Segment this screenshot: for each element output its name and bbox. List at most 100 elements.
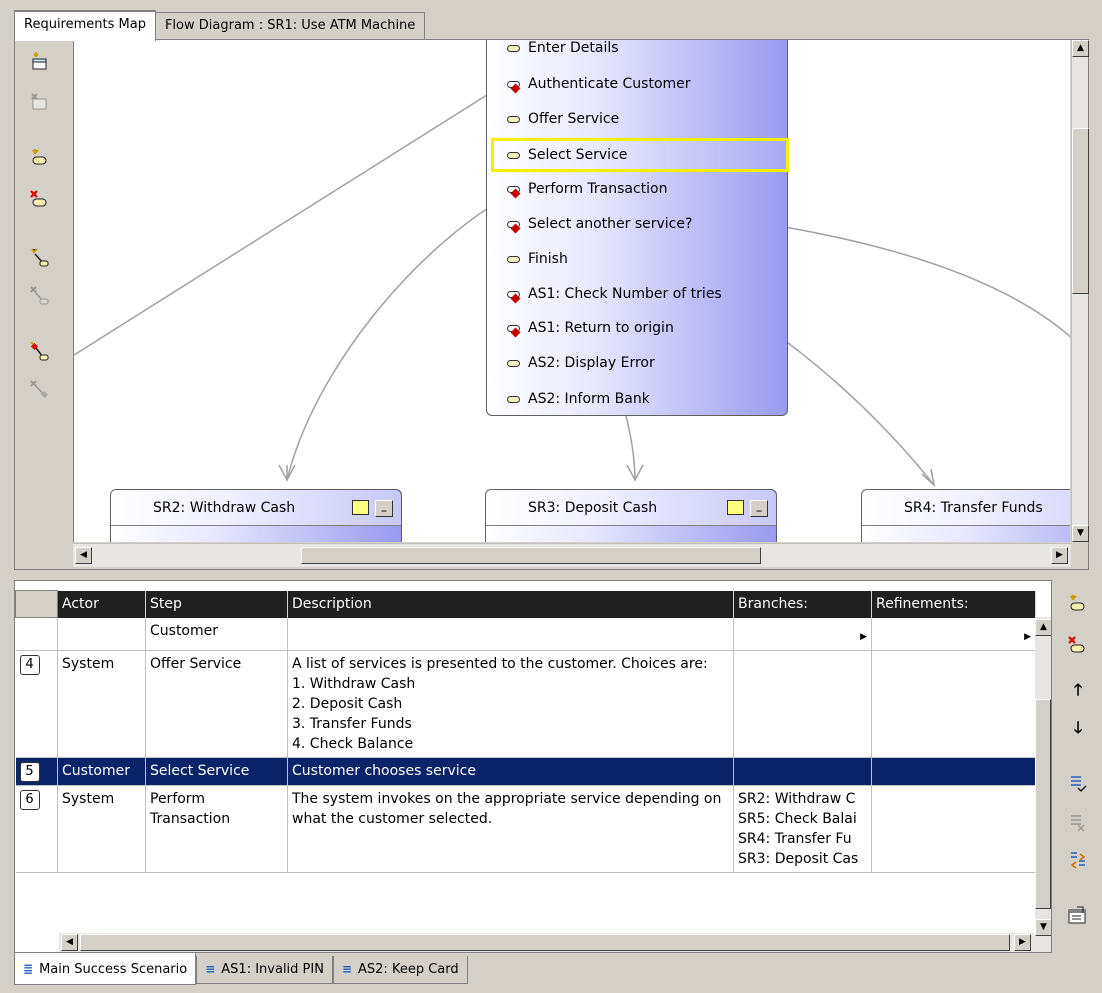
remove-branch-link-icon[interactable] xyxy=(29,380,51,402)
scroll-up-icon[interactable]: ▲ xyxy=(1035,619,1051,636)
delete-requirement-icon[interactable] xyxy=(29,92,51,114)
expand-arrow-icon[interactable]: ▶ xyxy=(1024,627,1031,647)
remove-link-icon[interactable] xyxy=(29,286,51,308)
branch-link[interactable]: SR3: Deposit Cas xyxy=(738,849,867,869)
table-row[interactable]: Customer ▶ ▶ xyxy=(15,617,1036,651)
row-description xyxy=(287,617,734,651)
step-label: Enter Details xyxy=(528,40,619,56)
col-refinements[interactable]: Refinements: xyxy=(871,590,1036,618)
scroll-thumb[interactable] xyxy=(301,547,761,564)
add-requirement-icon[interactable] xyxy=(29,52,51,74)
row-number xyxy=(15,617,58,651)
col-actor[interactable]: Actor xyxy=(57,590,146,618)
sr4-box[interactable]: SR4: Transfer Funds xyxy=(861,489,1070,542)
delete-step-icon[interactable] xyxy=(29,190,51,212)
scroll-thumb[interactable] xyxy=(1072,128,1089,294)
branch-link[interactable]: SR2: Withdraw C xyxy=(738,789,867,809)
flow-step[interactable]: Perform Transaction xyxy=(507,178,668,200)
scroll-up-icon[interactable]: ▲ xyxy=(1072,40,1089,57)
add-step-icon[interactable] xyxy=(1067,594,1089,616)
row-refinements xyxy=(871,785,1036,873)
flow-step[interactable]: AS1: Return to origin xyxy=(507,317,674,339)
scroll-right-icon[interactable]: ▶ xyxy=(1051,547,1068,564)
row-refinements xyxy=(871,650,1036,758)
tab-main-success-scenario[interactable]: ≣ Main Success Scenario xyxy=(14,953,197,985)
alternate-scenario-icon: ≡ xyxy=(341,962,353,976)
scroll-thumb[interactable] xyxy=(80,934,1010,951)
flow-step[interactable]: Offer Service xyxy=(507,108,619,130)
row-actor: System xyxy=(57,785,146,873)
row-number-badge: 5 xyxy=(19,761,40,782)
add-branch-icon[interactable] xyxy=(1067,774,1089,796)
row-number: 6 xyxy=(15,785,58,873)
step-icon xyxy=(507,359,520,367)
diagram-vertical-scrollbar[interactable]: ▲ ▼ xyxy=(1071,40,1089,542)
tab-as2-keep-card[interactable]: ≡ AS2: Keep Card xyxy=(332,956,468,984)
row-actor: Customer xyxy=(57,757,146,786)
tab-as1-invalid-pin[interactable]: ≡ AS1: Invalid PIN xyxy=(196,956,333,984)
grid-vertical-scrollbar[interactable]: ▲ ▼ xyxy=(1035,617,1051,952)
sr1-flow-box[interactable]: Enter Details Authenticate Customer Offe… xyxy=(486,40,789,416)
row-number-badge: 4 xyxy=(19,654,40,675)
properties-icon[interactable] xyxy=(1067,904,1089,926)
flow-step[interactable]: Select another service? xyxy=(507,213,692,235)
row-branches: SR2: Withdraw C SR5: Check Balai SR4: Tr… xyxy=(733,785,872,873)
note-icon[interactable] xyxy=(727,500,744,515)
tab-requirements-map[interactable]: Requirements Map xyxy=(14,10,156,41)
minimize-icon[interactable]: _ xyxy=(750,500,768,517)
table-row[interactable]: 4 System Offer Service A list of service… xyxy=(15,650,1036,758)
note-icon[interactable] xyxy=(352,500,369,515)
col-branches[interactable]: Branches: xyxy=(733,590,872,618)
move-up-icon[interactable]: 🡑 xyxy=(1067,679,1089,701)
col-description[interactable]: Description xyxy=(287,590,734,618)
branch-link[interactable]: SR4: Transfer Fu xyxy=(738,829,867,849)
scroll-down-icon[interactable]: ▼ xyxy=(1072,525,1089,542)
description-line: 3. Transfer Funds xyxy=(292,715,412,732)
scroll-right-icon[interactable]: ▶ xyxy=(1014,934,1031,951)
delete-step-icon[interactable] xyxy=(1067,636,1089,658)
requirements-map-panel: Enter Details Authenticate Customer Offe… xyxy=(14,39,1089,570)
flow-step-selected[interactable]: Select Service xyxy=(491,138,789,172)
table-row[interactable]: 6 System Perform Transaction The system … xyxy=(15,785,1036,873)
table-row-selected[interactable]: 5 Customer Select Service Customer choos… xyxy=(15,757,1036,786)
add-branch-link-icon[interactable] xyxy=(29,341,51,364)
description-line: A list of services is presented to the c… xyxy=(292,655,708,672)
flow-step[interactable]: Authenticate Customer xyxy=(507,73,691,95)
flow-step[interactable]: Finish xyxy=(507,248,568,270)
flow-step[interactable]: Enter Details xyxy=(507,40,619,59)
tab-flow-diagram[interactable]: Flow Diagram : SR1: Use ATM Machine xyxy=(155,12,426,40)
sr-box-header: SR4: Transfer Funds xyxy=(862,490,1070,526)
flow-step[interactable]: AS2: Inform Bank xyxy=(507,388,650,410)
scroll-left-icon[interactable]: ◀ xyxy=(61,934,78,951)
flow-step[interactable]: AS1: Check Number of tries xyxy=(507,283,722,305)
steps-table: Actor Step Description Branches: Refinem… xyxy=(15,590,1036,873)
tab-label: AS1: Invalid PIN xyxy=(221,962,324,977)
branch-link[interactable]: SR5: Check Balai xyxy=(738,809,867,829)
remove-branch-icon[interactable] xyxy=(1067,813,1089,835)
diagram-horizontal-scrollbar[interactable]: ◀ ▶ xyxy=(73,543,1071,567)
minimize-icon[interactable]: _ xyxy=(375,500,393,517)
sr-box-title: SR3: Deposit Cash xyxy=(528,499,658,516)
row-description: A list of services is presented to the c… xyxy=(287,650,734,758)
swap-branch-icon[interactable] xyxy=(1067,850,1089,872)
tab-label: AS2: Keep Card xyxy=(358,962,459,977)
scenario-icon: ≣ xyxy=(23,962,34,976)
alternate-scenario-icon: ≡ xyxy=(205,962,216,976)
flow-diagram-canvas[interactable]: Enter Details Authenticate Customer Offe… xyxy=(73,40,1070,542)
sr3-box[interactable]: SR3: Deposit Cash _ xyxy=(485,489,777,542)
scroll-down-icon[interactable]: ▼ xyxy=(1035,919,1051,936)
expand-arrow-icon[interactable]: ▶ xyxy=(860,627,867,647)
scenario-steps-panel: Actor Step Description Branches: Refinem… xyxy=(14,580,1052,953)
row-number: 4 xyxy=(15,650,58,758)
step-label: AS2: Display Error xyxy=(528,355,655,371)
scroll-left-icon[interactable]: ◀ xyxy=(75,547,92,564)
add-link-icon[interactable] xyxy=(29,248,51,270)
col-step[interactable]: Step xyxy=(145,590,288,618)
sr2-box[interactable]: SR2: Withdraw Cash _ xyxy=(110,489,402,542)
step-label: Authenticate Customer xyxy=(528,76,691,92)
move-down-icon[interactable]: 🡓 xyxy=(1067,717,1089,739)
flow-step[interactable]: AS2: Display Error xyxy=(507,352,655,374)
add-step-icon[interactable] xyxy=(29,148,51,170)
scroll-thumb[interactable] xyxy=(1035,699,1051,909)
grid-horizontal-scrollbar[interactable]: ◀ ▶ xyxy=(59,933,1035,952)
